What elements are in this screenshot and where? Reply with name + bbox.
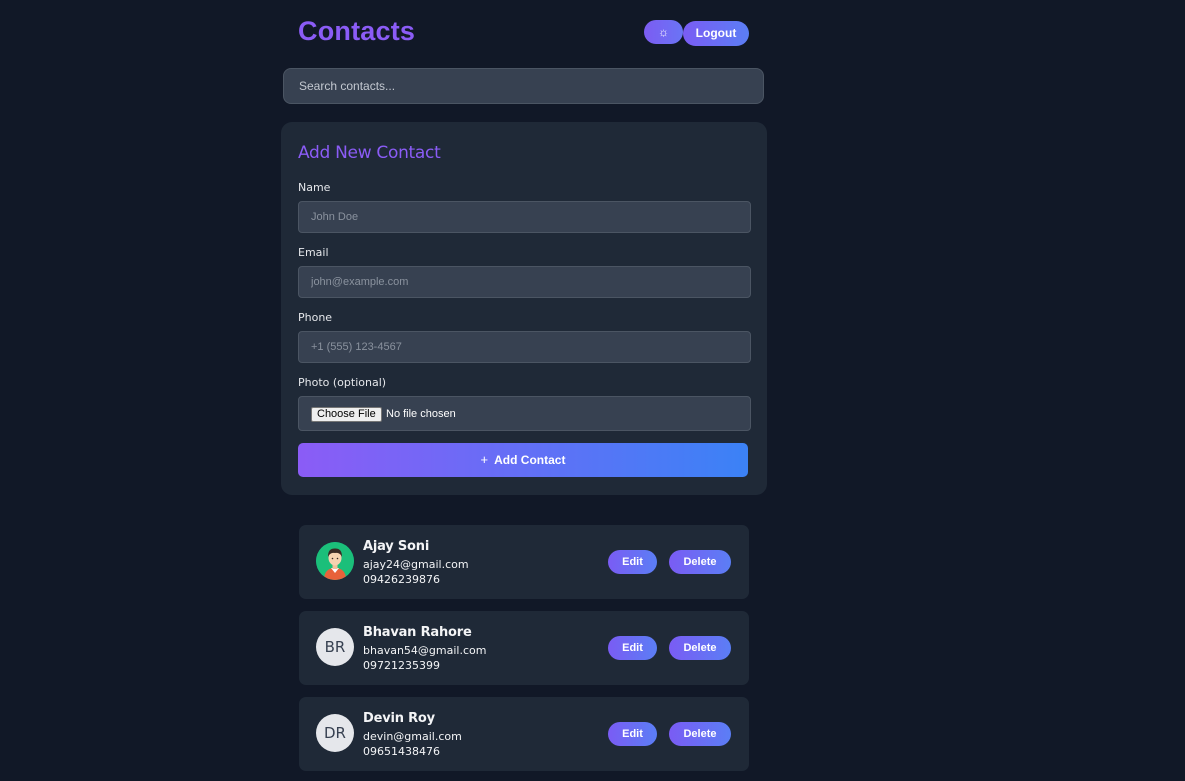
logout-button[interactable]: Logout bbox=[683, 21, 749, 46]
sun-icon: ☼ bbox=[658, 25, 669, 39]
add-contact-form: Add New Contact Name Email Phone Photo (… bbox=[281, 122, 767, 495]
delete-button[interactable]: Delete bbox=[669, 550, 731, 574]
contact-card: DR Devin Roy devin@gmail.com 09651438476… bbox=[299, 697, 749, 771]
contact-email: bhavan54@gmail.com bbox=[363, 644, 487, 657]
email-label: Email bbox=[298, 246, 329, 259]
header: Contacts ☼ Logout bbox=[283, 0, 764, 68]
contact-phone: 09426239876 bbox=[363, 573, 440, 586]
contact-email: devin@gmail.com bbox=[363, 730, 462, 743]
add-contact-label: Add Contact bbox=[494, 453, 566, 467]
avatar bbox=[316, 542, 354, 580]
phone-label: Phone bbox=[298, 311, 333, 324]
delete-button[interactable]: Delete bbox=[669, 636, 731, 660]
contact-name: Ajay Soni bbox=[363, 539, 430, 554]
search-input[interactable] bbox=[283, 68, 764, 104]
add-contact-button[interactable]: + Add Contact bbox=[298, 443, 748, 477]
photo-label: Photo (optional) bbox=[298, 376, 387, 389]
contact-card: BR Bhavan Rahore bhavan54@gmail.com 0972… bbox=[299, 611, 749, 685]
contact-name: Bhavan Rahore bbox=[363, 625, 472, 640]
phone-field[interactable] bbox=[298, 331, 751, 363]
page-title: Contacts bbox=[298, 16, 416, 46]
person-avatar-icon bbox=[316, 542, 354, 580]
edit-button[interactable]: Edit bbox=[608, 722, 657, 746]
file-status-text: No file chosen bbox=[386, 408, 456, 420]
name-field[interactable] bbox=[298, 201, 751, 233]
contact-name: Devin Roy bbox=[363, 711, 435, 726]
edit-button[interactable]: Edit bbox=[608, 636, 657, 660]
contact-card: Ajay Soni ajay24@gmail.com 09426239876 E… bbox=[299, 525, 749, 599]
plus-icon: + bbox=[480, 452, 489, 467]
name-label: Name bbox=[298, 181, 331, 194]
delete-button[interactable]: Delete bbox=[669, 722, 731, 746]
theme-toggle-button[interactable]: ☼ bbox=[644, 20, 683, 44]
contact-phone: 09651438476 bbox=[363, 745, 440, 758]
avatar-initials: DR bbox=[316, 714, 354, 752]
edit-button[interactable]: Edit bbox=[608, 550, 657, 574]
choose-file-button[interactable]: Choose File bbox=[311, 407, 382, 422]
form-title: Add New Contact bbox=[298, 143, 441, 163]
contact-email: ajay24@gmail.com bbox=[363, 558, 469, 571]
contacts-app: Contacts ☼ Logout Add New Contact Name E… bbox=[281, 0, 767, 771]
email-field[interactable] bbox=[298, 266, 751, 298]
contact-phone: 09721235399 bbox=[363, 659, 440, 672]
photo-file-input: Choose File No file chosen bbox=[298, 396, 751, 431]
avatar-initials: BR bbox=[316, 628, 354, 666]
